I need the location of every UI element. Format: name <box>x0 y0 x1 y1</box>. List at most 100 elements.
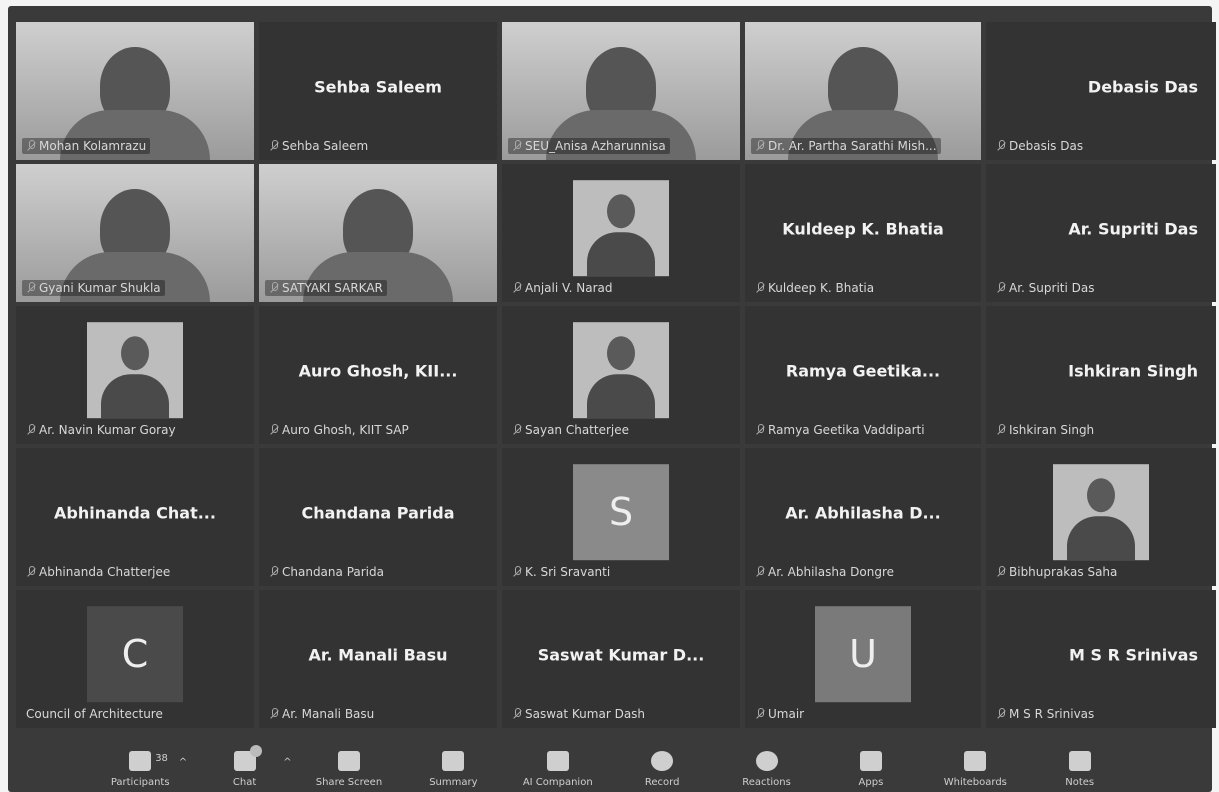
gallery-grid: Mohan Kolamrazu Sehba Saleem Sehba Saleem S… <box>16 22 1216 728</box>
participant-name: Anjali V. Narad <box>525 281 613 295</box>
participant-display-name: Abhinanda Chat... <box>54 503 216 523</box>
participant-name: M S R Srinivas <box>1009 707 1095 721</box>
participant-name: Sehba Saleem <box>282 139 369 153</box>
participant-tile[interactable]: Mohan Kolamrazu <box>16 22 254 160</box>
summary-button[interactable]: Summary <box>408 751 498 790</box>
participant-display-name: Debasis Das <box>1087 77 1198 97</box>
participant-name: Sayan Chatterjee <box>525 423 630 437</box>
participant-tile[interactable]: Ar. Abhilasha D... Ar. Abhilasha Dongre <box>745 448 981 586</box>
participant-name-label: Ramya Geetika Vaddiparti <box>751 422 929 438</box>
participant-tile[interactable]: C Council of Architecture <box>16 590 254 728</box>
mic-muted-icon <box>755 140 765 152</box>
participant-tile[interactable]: SEU_Anisa Azharunnisa <box>502 22 740 160</box>
participant-tile[interactable]: Ar. Navin Kumar Goray <box>16 306 254 444</box>
participant-name-label: Mohan Kolamrazu <box>22 138 151 154</box>
notes-button[interactable]: Notes <box>1035 751 1125 790</box>
mic-muted-icon <box>512 708 522 720</box>
avatar: C <box>87 606 183 703</box>
participant-tile[interactable]: Ar. Manali Basu Ar. Manali Basu <box>259 590 497 728</box>
participant-name: Ar. Abhilasha Dongre <box>768 565 895 579</box>
participant-tile[interactable]: Ishkiran Singh Ishkiran Singh <box>986 306 1216 444</box>
record-icon <box>651 751 674 771</box>
apps-button[interactable]: Apps <box>826 751 916 790</box>
participant-tile[interactable]: Ar. Supriti Das Ar. Supriti Das <box>986 164 1216 302</box>
profile-photo <box>573 180 669 277</box>
whiteboards-button[interactable]: Whiteboards <box>930 751 1020 790</box>
reactions-button[interactable]: Reactions <box>722 751 812 790</box>
profile-photo <box>573 322 669 419</box>
participant-name-label: Ar. Abhilasha Dongre <box>751 564 898 580</box>
record-button[interactable]: Record <box>617 751 707 790</box>
participant-tile[interactable]: Kuldeep K. Bhatia Kuldeep K. Bhatia <box>745 164 981 302</box>
participant-name-label: SEU_Anisa Azharunnisa <box>508 138 670 154</box>
reactions-label: Reactions <box>742 777 791 788</box>
participants-button[interactable]: 38 ^ Participants <box>95 751 187 790</box>
participant-name: Dr. Ar. Partha Sarathi Mish... <box>768 139 937 153</box>
participant-name: Ar. Manali Basu <box>282 707 375 721</box>
participant-name-label: Anjali V. Narad <box>508 280 617 296</box>
participant-tile[interactable]: Ramya Geetika... Ramya Geetika Vaddiparti <box>745 306 981 444</box>
participant-display-name: Ar. Manali Basu <box>308 645 448 665</box>
participant-display-name: Kuldeep K. Bhatia <box>782 219 944 239</box>
participant-name: Ishkiran Singh <box>1009 423 1095 437</box>
participant-name-label: Auro Ghosh, KIIT SAP <box>265 422 413 438</box>
participant-tile[interactable]: U Umair <box>745 590 981 728</box>
participant-name-label: Umair <box>751 706 808 722</box>
mic-muted-icon <box>512 424 522 436</box>
mic-muted-icon <box>996 566 1006 578</box>
mic-muted-icon <box>755 566 765 578</box>
chat-icon <box>233 745 262 771</box>
apps-icon <box>859 751 882 771</box>
participant-display-name: Sehba Saleem <box>314 77 442 97</box>
participant-name-label: M S R Srinivas <box>992 706 1098 722</box>
participant-name-label: Abhinanda Chatterjee <box>22 564 174 580</box>
participant-name-label: Ar. Supriti Das <box>992 280 1098 296</box>
mic-muted-icon <box>996 424 1006 436</box>
participant-tile[interactable]: Abhinanda Chat... Abhinanda Chatterjee <box>16 448 254 586</box>
profile-photo <box>1053 464 1149 561</box>
notes-icon <box>1068 751 1091 771</box>
participant-display-name: Ishkiran Singh <box>1068 361 1198 381</box>
participants-label: Participants <box>110 777 170 788</box>
participant-name: Ar. Navin Kumar Goray <box>39 423 176 437</box>
participant-tile[interactable]: Debasis Das Debasis Das <box>986 22 1216 160</box>
participant-name: Chandana Parida <box>282 565 384 579</box>
participant-display-name: Chandana Parida <box>301 503 455 523</box>
participant-tile[interactable]: Dr. Ar. Partha Sarathi Mish... <box>745 22 981 160</box>
participant-name-label: Gyani Kumar Shukla <box>22 280 165 296</box>
participant-name-label: Ar. Navin Kumar Goray <box>22 422 180 438</box>
participant-display-name: Auro Ghosh, KII... <box>298 361 458 381</box>
participants-count: 38 <box>155 753 168 764</box>
chat-button[interactable]: ^ Chat <box>200 745 292 790</box>
participant-tile[interactable]: Bibhuprakas Saha <box>986 448 1216 586</box>
participants-icon <box>129 751 152 771</box>
participant-tile[interactable]: Chandana Parida Chandana Parida <box>259 448 497 586</box>
participant-name-label: K. Sri Sravanti <box>508 564 614 580</box>
mic-muted-icon <box>269 424 279 436</box>
participant-name: Umair <box>768 707 805 721</box>
participant-name: SATYAKI SARKAR <box>282 281 383 295</box>
participant-display-name: Ar. Abhilasha D... <box>785 503 941 523</box>
mic-muted-icon <box>996 708 1006 720</box>
participant-tile[interactable]: Auro Ghosh, KII... Auro Ghosh, KIIT SAP <box>259 306 497 444</box>
participant-name: Kuldeep K. Bhatia <box>768 281 875 295</box>
participant-tile[interactable]: Gyani Kumar Shukla <box>16 164 254 302</box>
mic-muted-icon <box>996 140 1006 152</box>
participant-tile[interactable]: Sehba Saleem Sehba Saleem <box>259 22 497 160</box>
chevron-up-icon[interactable]: ^ <box>179 757 187 768</box>
whiteboards-label: Whiteboards <box>943 777 1007 788</box>
ai-companion-button[interactable]: AI Companion <box>513 751 603 790</box>
participant-tile[interactable]: Sayan Chatterjee <box>502 306 740 444</box>
participant-tile[interactable]: M S R Srinivas M S R Srinivas <box>986 590 1216 728</box>
participant-name: Abhinanda Chatterjee <box>39 565 171 579</box>
mic-muted-icon <box>996 282 1006 294</box>
mic-muted-icon <box>26 140 36 152</box>
participant-tile[interactable]: S K. Sri Sravanti <box>502 448 740 586</box>
chevron-up-icon[interactable]: ^ <box>283 757 291 768</box>
participant-tile[interactable]: Anjali V. Narad <box>502 164 740 302</box>
notes-label: Notes <box>1065 777 1095 788</box>
participant-tile[interactable]: Saswat Kumar D... Saswat Kumar Dash <box>502 590 740 728</box>
participant-tile[interactable]: SATYAKI SARKAR <box>259 164 497 302</box>
participant-display-name: Ramya Geetika... <box>785 361 941 381</box>
share-screen-button[interactable]: Share Screen <box>304 751 394 790</box>
